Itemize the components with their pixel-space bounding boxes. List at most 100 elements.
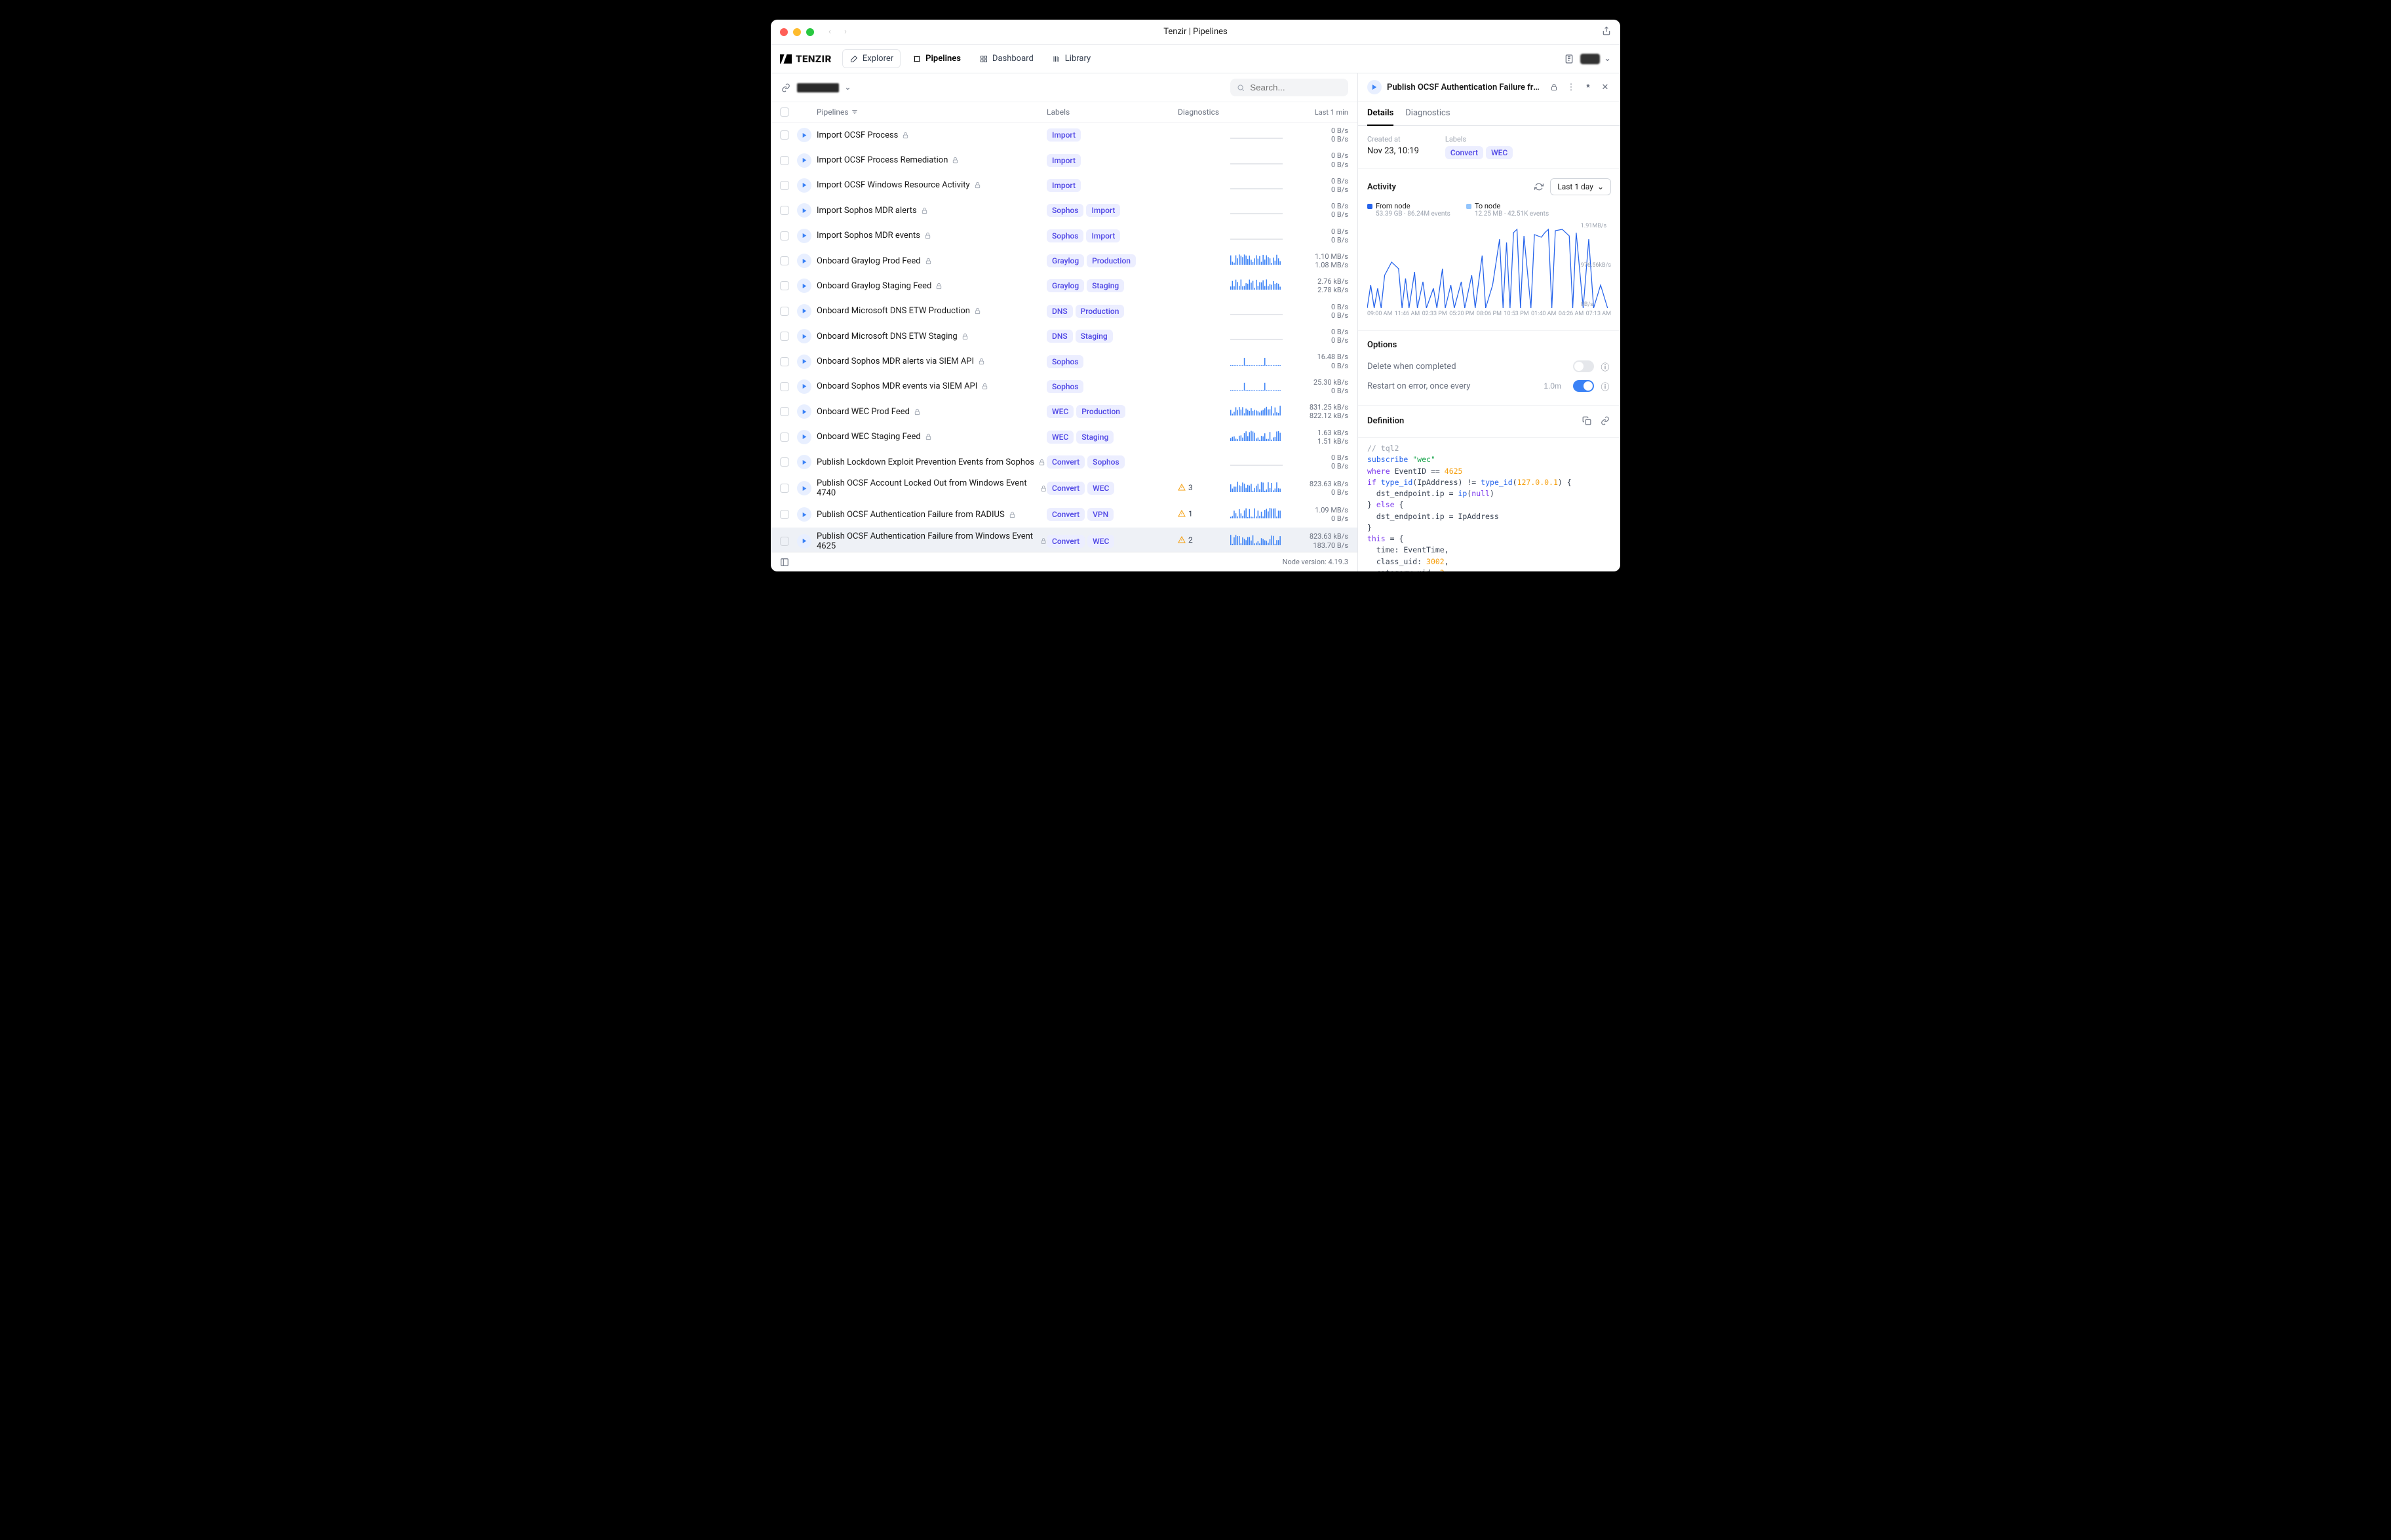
row-checkbox[interactable] <box>780 433 789 442</box>
sort-icon[interactable] <box>851 109 858 115</box>
share-icon[interactable] <box>1602 26 1611 38</box>
nav-explorer[interactable]: Explorer <box>842 49 901 68</box>
table-row[interactable]: Onboard Sophos MDR events via SIEM API S… <box>771 374 1357 399</box>
row-checkbox[interactable] <box>780 231 789 241</box>
notebook-icon[interactable] <box>1563 53 1575 65</box>
close-window-button[interactable] <box>780 28 788 36</box>
stat-top: 1.63 kB/s <box>1289 429 1348 437</box>
definition-code[interactable]: // tql2 subscribe "wec" where EventID ==… <box>1358 438 1620 571</box>
nav-pipelines[interactable]: Pipelines <box>906 50 967 67</box>
pipeline-status-icon[interactable] <box>1367 80 1382 94</box>
table-row[interactable]: Import OCSF Windows Resource Activity Im… <box>771 173 1357 198</box>
run-button[interactable] <box>797 203 811 218</box>
row-checkbox[interactable] <box>780 510 789 519</box>
tab-details[interactable]: Details <box>1367 102 1393 126</box>
row-checkbox[interactable] <box>780 156 789 165</box>
run-button[interactable] <box>797 329 811 343</box>
panel-icon[interactable] <box>780 558 789 567</box>
table-row[interactable]: Import OCSF Process Import 0 B/s0 B/s <box>771 123 1357 147</box>
delete-toggle[interactable] <box>1573 360 1594 372</box>
pipeline-name: Onboard Graylog Staging Feed <box>817 281 931 291</box>
table-row[interactable]: Onboard Sophos MDR alerts via SIEM API S… <box>771 349 1357 374</box>
col-last1min[interactable]: Last 1 min <box>1289 108 1348 117</box>
run-button[interactable] <box>797 254 811 268</box>
breadcrumb[interactable]: ⌄ <box>780 83 851 92</box>
row-checkbox[interactable] <box>780 382 789 391</box>
row-checkbox[interactable] <box>780 181 789 190</box>
run-button[interactable] <box>797 455 811 469</box>
run-button[interactable] <box>797 379 811 394</box>
table-row[interactable]: Import Sophos MDR events SophosImport 0 … <box>771 223 1357 248</box>
row-checkbox[interactable] <box>780 457 789 467</box>
refresh-icon[interactable] <box>1533 181 1545 193</box>
pipeline-name: Import Sophos MDR events <box>817 231 920 241</box>
search-input[interactable] <box>1230 79 1348 96</box>
nav-library[interactable]: Library <box>1045 50 1097 67</box>
stat-top: 0 B/s <box>1289 227 1348 236</box>
run-button[interactable] <box>797 153 811 168</box>
row-checkbox[interactable] <box>780 357 789 366</box>
table-row[interactable]: Publish OCSF Authentication Failure from… <box>771 528 1357 552</box>
maximize-window-button[interactable] <box>806 28 814 36</box>
row-checkbox[interactable] <box>780 281 789 290</box>
run-button[interactable] <box>797 229 811 243</box>
label-tag: WEC <box>1486 146 1513 159</box>
table-row[interactable]: Import OCSF Process Remediation Import 0… <box>771 147 1357 172</box>
sparkline <box>1230 153 1289 168</box>
info-icon[interactable]: ⓘ <box>1599 360 1611 372</box>
search-field[interactable] <box>1250 83 1342 92</box>
restart-interval-input[interactable] <box>1528 381 1561 391</box>
stat-bottom: 0 B/s <box>1289 210 1348 219</box>
time-range-dropdown[interactable]: Last 1 day ⌄ <box>1550 178 1611 195</box>
run-button[interactable] <box>797 128 811 142</box>
account-menu[interactable]: ⌄ <box>1580 54 1611 64</box>
row-checkbox[interactable] <box>780 332 789 341</box>
explorer-icon <box>849 54 859 64</box>
close-icon[interactable]: ✕ <box>1599 81 1611 93</box>
col-pipelines[interactable]: Pipelines <box>817 107 849 117</box>
run-button[interactable] <box>797 355 811 369</box>
copy-icon[interactable] <box>1581 415 1593 427</box>
more-icon[interactable]: ⋮ <box>1565 81 1577 93</box>
run-button[interactable] <box>797 404 811 419</box>
nav-back-button[interactable]: ‹ <box>823 26 836 39</box>
stat-bottom: 822.12 kB/s <box>1289 412 1348 420</box>
table-row[interactable]: Import Sophos MDR alerts SophosImport 0 … <box>771 198 1357 223</box>
table-row[interactable]: Publish OCSF Authentication Failure from… <box>771 502 1357 527</box>
sparkline <box>1230 253 1289 269</box>
run-button[interactable] <box>797 279 811 293</box>
row-checkbox[interactable] <box>780 484 789 493</box>
tab-diagnostics[interactable]: Diagnostics <box>1405 102 1450 125</box>
col-labels[interactable]: Labels <box>1047 107 1178 117</box>
pin-icon[interactable] <box>1582 81 1594 93</box>
row-checkbox[interactable] <box>780 206 789 215</box>
col-diagnostics[interactable]: Diagnostics <box>1178 107 1230 117</box>
nav-dashboard[interactable]: Dashboard <box>973 50 1040 67</box>
row-checkbox[interactable] <box>780 130 789 140</box>
sparkline <box>1230 202 1289 218</box>
nav-forward-button[interactable]: › <box>839 26 852 39</box>
table-row[interactable]: Onboard Microsoft DNS ETW Staging DNSSta… <box>771 324 1357 349</box>
table-row[interactable]: Onboard WEC Staging Feed WECStaging 1.63… <box>771 425 1357 450</box>
table-row[interactable]: Onboard Graylog Prod Feed GraylogProduct… <box>771 248 1357 273</box>
table-row[interactable]: Publish Lockdown Exploit Prevention Even… <box>771 450 1357 474</box>
row-checkbox[interactable] <box>780 537 789 546</box>
table-row[interactable]: Onboard Microsoft DNS ETW Production DNS… <box>771 299 1357 324</box>
row-checkbox[interactable] <box>780 407 789 416</box>
run-button[interactable] <box>797 430 811 444</box>
run-button[interactable] <box>797 178 811 193</box>
table-row[interactable]: Onboard WEC Prod Feed WECProduction 831.… <box>771 399 1357 424</box>
table-row[interactable]: Onboard Graylog Staging Feed GraylogStag… <box>771 273 1357 298</box>
info-icon[interactable]: ⓘ <box>1599 380 1611 392</box>
run-button[interactable] <box>797 507 811 522</box>
row-checkbox[interactable] <box>780 307 789 316</box>
table-row[interactable]: Publish OCSF Account Locked Out from Win… <box>771 474 1357 502</box>
run-button[interactable] <box>797 304 811 318</box>
restart-toggle[interactable] <box>1573 380 1594 392</box>
minimize-window-button[interactable] <box>793 28 801 36</box>
row-checkbox[interactable] <box>780 256 789 265</box>
run-button[interactable] <box>797 534 811 549</box>
link-icon[interactable] <box>1599 415 1611 427</box>
select-all-checkbox[interactable] <box>780 107 789 117</box>
run-button[interactable] <box>797 481 811 495</box>
